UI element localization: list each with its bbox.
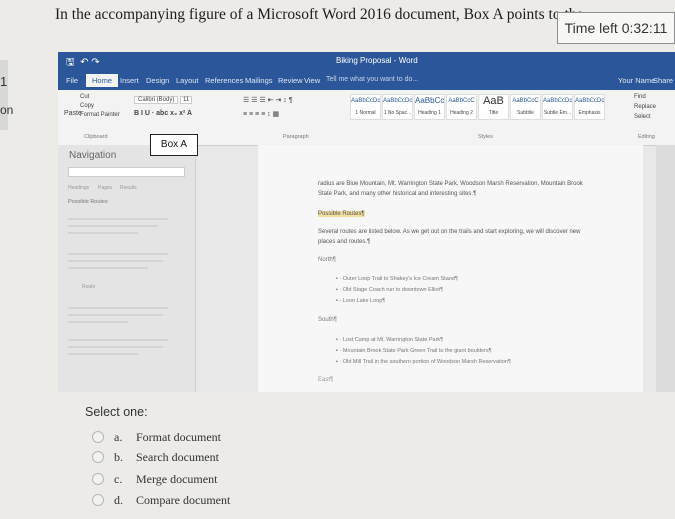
- tab-design: Design: [146, 76, 170, 85]
- tab-insert: Insert: [120, 76, 139, 85]
- list-item: ▪ · Loon Lake Loop¶: [336, 298, 386, 304]
- doc-line-2: State Park, and many other historical an…: [318, 191, 477, 197]
- editing-group-label: Editing: [638, 134, 655, 140]
- navigation-pane-title: Navigation: [69, 150, 117, 161]
- word-title-bar: 🖫 ↶ ↷ Biking Proposal - Word: [58, 52, 675, 72]
- font-size-box: 11: [180, 96, 193, 104]
- option-d-text: Compare document: [136, 492, 231, 507]
- doc-line-1: radius are Blue Mountain, Mt. Warrington…: [318, 181, 583, 187]
- doc-east: East¶: [318, 377, 334, 383]
- time-left-box: Time left 0:32:11: [557, 12, 675, 44]
- format-painter-label: Format Painter: [80, 112, 120, 118]
- tab-mailings: Mailings: [245, 76, 273, 85]
- option-a-text: Format document: [136, 429, 221, 444]
- clipboard-group-label: Clipboard: [84, 134, 108, 140]
- option-c-radio[interactable]: [92, 473, 104, 485]
- tab-references: References: [205, 76, 244, 85]
- doc-line-3: Several routes are listed below. As we g…: [318, 229, 581, 235]
- style-heading-1: AaBbCc Heading 1: [414, 94, 445, 120]
- tab-home: Home: [86, 74, 119, 87]
- doc-line-4: places and routes.¶: [318, 239, 371, 245]
- nav-heading-possible-routes: Possible Routes: [68, 199, 108, 205]
- paragraph-icons: ☰ ☰ ☰ ⇤ ⇥ ↕ ¶: [243, 97, 293, 104]
- tell-me-box: Tell me what you want to do...: [326, 76, 419, 83]
- style-title: AaB Title: [478, 94, 509, 120]
- tab-review: Review: [278, 76, 303, 85]
- font-format-icons: B I U · abc x₂ x² A: [134, 110, 193, 117]
- tab-layout: Layout: [176, 76, 199, 85]
- sidebar-label: on: [0, 103, 14, 117]
- nav-tab-results: Results: [120, 185, 137, 191]
- doc-heading-possible-routes: Possible Routes¶: [318, 211, 365, 217]
- list-item: ▪ · Outer Loop Trail to Shakey's Ice Cre…: [336, 276, 458, 282]
- style-no-spacing: AaBbCcDc 1 No Spac...: [382, 94, 413, 120]
- list-item: ▪ · Mountain Brook State Park Green Trai…: [336, 348, 492, 354]
- style-subtitle: AaBbCcC Subtitle: [510, 94, 541, 120]
- style-emphasis: AaBbCcDc Emphasis: [574, 94, 605, 120]
- question-number[interactable]: 1: [0, 74, 7, 89]
- ribbon-tabs: File Home Insert Design Layout Reference…: [58, 72, 675, 90]
- nav-search-input: [68, 167, 185, 177]
- styles-group-label: Styles: [478, 134, 493, 140]
- document-page: radius are Blue Mountain, Mt. Warrington…: [258, 145, 643, 392]
- time-left-value: 0:32:11: [621, 20, 668, 36]
- option-b-radio[interactable]: [92, 451, 104, 463]
- replace-label: Replace: [634, 104, 657, 110]
- option-c-text: Merge document: [136, 471, 218, 486]
- style-heading-2: AaBbCcC Heading 2: [446, 94, 477, 120]
- option-a[interactable]: a. Format document: [92, 428, 221, 446]
- doc-north: North¶: [318, 257, 336, 263]
- share-button: Share: [653, 76, 674, 85]
- doc-south: South¶: [318, 317, 337, 323]
- cut-label: Cut: [80, 94, 90, 100]
- save-icon: 🖫 ↶ ↷: [66, 57, 100, 68]
- align-icons: ≡ ≡ ≡ ≡ ↕ ▦: [243, 111, 280, 118]
- tab-file: File: [66, 76, 79, 85]
- nav-tab-pages: Pages: [98, 185, 113, 191]
- box-a-callout: Box A: [150, 134, 198, 156]
- option-d-radio[interactable]: [92, 494, 104, 506]
- copy-label: Copy: [80, 103, 95, 109]
- list-item: ▪ · Old Mill Trail in the southern porti…: [336, 359, 511, 365]
- time-left-label: Time left: [564, 20, 618, 36]
- select-one-label: Select one:: [85, 405, 148, 419]
- font-name-box: Calibri (Body): [134, 96, 179, 104]
- option-a-radio[interactable]: [92, 431, 104, 443]
- paragraph-group-label: Paragraph: [283, 134, 309, 140]
- list-item: ▪ · Lost Camp at Mt. Warrington State Pa…: [336, 337, 444, 343]
- document-title: Biking Proposal - Word: [336, 56, 418, 65]
- option-b-text: Search document: [136, 449, 219, 464]
- list-item: ▪ · Old Stage Coach run to downtown Elli…: [336, 287, 444, 293]
- user-name: Your Name: [618, 76, 656, 85]
- nav-tab-headings: Headings: [68, 185, 90, 191]
- option-b[interactable]: b. Search document: [92, 448, 219, 466]
- word-right-panel: [656, 145, 675, 392]
- nav-route-item: Route: [82, 284, 96, 290]
- style-subtle-emphasis: AaBbCcDc Subtle Em...: [542, 94, 573, 120]
- option-d[interactable]: d. Compare document: [92, 491, 230, 509]
- option-c[interactable]: c. Merge document: [92, 470, 217, 488]
- tab-view: View: [304, 76, 321, 85]
- find-label: Find: [634, 94, 646, 100]
- style-normal: AaBbCcDc 1 Normal: [350, 94, 381, 120]
- left-panel-edge: [0, 60, 8, 130]
- select-label: Select: [634, 114, 651, 120]
- question-text: In the accompanying figure of a Microsof…: [55, 6, 584, 23]
- word-screenshot: 🖫 ↶ ↷ Biking Proposal - Word File Home I…: [58, 52, 675, 392]
- navigation-pane: Navigation Headings Pages Results Possib…: [58, 145, 196, 392]
